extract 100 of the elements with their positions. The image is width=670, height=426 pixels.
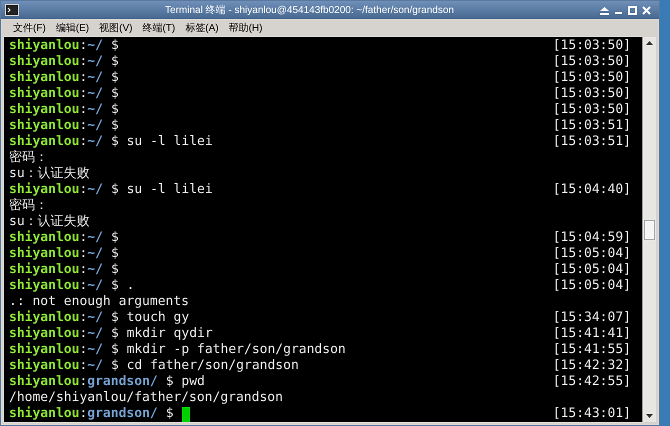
timestamp: [15:34:07] [552, 310, 631, 326]
prompt-directory: ~/ [87, 182, 103, 198]
timestamp: [15:42:55] [552, 374, 631, 390]
close-icon[interactable] [642, 6, 651, 14]
timestamp: [15:03:51] [552, 134, 631, 150]
prompt-user: shiyanlou [9, 118, 80, 134]
prompt-user: shiyanlou [9, 358, 80, 374]
prompt-directory: ~/ [87, 310, 103, 326]
command-text: $ [110, 86, 119, 102]
prompt-directory: ~/ [87, 134, 103, 150]
command-text: $ [110, 54, 119, 70]
timestamp: [15:03:50] [552, 54, 631, 70]
prompt-colon: : [79, 230, 88, 246]
menu-item[interactable]: 帮助(H) [228, 20, 262, 36]
timestamp: [15:43:01] [552, 406, 631, 422]
output-text: su：认证失败 [9, 166, 90, 182]
menu-item[interactable]: 视图(V) [99, 20, 132, 36]
prompt-directory: ~/ [87, 358, 103, 374]
prompt-colon: : [79, 326, 88, 342]
prompt-user: shiyanlou [9, 374, 80, 390]
prompt-directory: grandson/ [87, 374, 158, 390]
prompt-colon: : [79, 310, 88, 326]
command-text: $ [110, 70, 119, 86]
prompt-colon: : [79, 134, 88, 150]
prompt-directory: ~/ [87, 118, 103, 134]
output-text: .: not enough arguments [9, 294, 190, 310]
prompt-colon: : [79, 118, 88, 134]
command-text: $ su -l lilei [110, 134, 213, 150]
timestamp: [15:41:41] [552, 326, 631, 342]
prompt-user: shiyanlou [9, 230, 80, 246]
command-text: $ [110, 118, 119, 134]
output-text: su：认证失败 [9, 214, 90, 230]
prompt-user: shiyanlou [9, 102, 80, 118]
prompt-colon: : [79, 246, 88, 262]
command-text: $ mkdir -p father/son/grandson [110, 342, 346, 358]
command-text: $ mkdir qydir [110, 326, 213, 342]
timestamp: [15:03:50] [552, 70, 631, 86]
prompt-user: shiyanlou [9, 38, 80, 54]
prompt-colon: : [79, 38, 88, 54]
menu-item[interactable]: 编辑(E) [56, 20, 90, 36]
maximize-icon[interactable] [628, 6, 637, 14]
prompt-user: shiyanlou [9, 70, 80, 86]
prompt-colon: : [79, 278, 88, 294]
prompt-directory: ~/ [87, 38, 103, 54]
shade-icon[interactable] [600, 6, 609, 14]
command-text: $ cd father/son/grandson [110, 358, 299, 374]
prompt-user: shiyanlou [9, 326, 80, 342]
prompt-directory: ~/ [87, 230, 103, 246]
prompt-directory: grandson/ [87, 406, 158, 422]
timestamp: [15:42:32] [552, 358, 631, 374]
prompt-user: shiyanlou [9, 54, 80, 70]
command-text: $ [110, 102, 119, 118]
command-text: $ [110, 246, 119, 262]
prompt-colon: : [79, 342, 88, 358]
command-text: $ pwd [166, 374, 205, 390]
menu-item[interactable]: 终端(T) [142, 20, 176, 36]
command-text: $ [110, 38, 119, 54]
prompt-colon: : [79, 358, 88, 374]
command-text: $ . [110, 278, 134, 294]
output-text: 密码： [9, 198, 48, 214]
prompt-directory: ~/ [87, 86, 103, 102]
prompt-user: shiyanlou [9, 262, 80, 278]
timestamp: [15:03:50] [552, 86, 631, 102]
timestamp: [15:41:55] [552, 342, 631, 358]
timestamp: [15:05:04] [552, 278, 631, 294]
prompt-directory: ~/ [87, 342, 103, 358]
window-title: Terminal 终端 - shiyanlou@454143fb0200: ~/father/son/grandson [164, 4, 455, 18]
prompt-user: shiyanlou [9, 182, 80, 198]
timestamp: [15:04:59] [552, 230, 631, 246]
prompt-directory: ~/ [87, 326, 103, 342]
command-text: $ [166, 406, 174, 422]
prompt-directory: ~/ [87, 54, 103, 70]
prompt-colon: : [79, 102, 88, 118]
scrollbar-thumb[interactable] [644, 220, 655, 240]
prompt-colon: : [79, 262, 88, 278]
command-text: $ touch gy [110, 310, 190, 326]
output-text: 密码： [9, 150, 48, 166]
menu-item[interactable]: 标签(A) [185, 20, 219, 36]
prompt-colon: : [79, 70, 88, 86]
prompt-directory: ~/ [87, 70, 103, 86]
prompt-directory: ~/ [87, 102, 103, 118]
timestamp: [15:05:04] [552, 246, 631, 262]
command-text: $ [110, 230, 119, 246]
prompt-user: shiyanlou [9, 246, 80, 262]
prompt-user: shiyanlou [9, 86, 80, 102]
command-text: $ su -l lilei [110, 182, 213, 198]
prompt-directory: ~/ [87, 246, 103, 262]
terminal-icon [5, 4, 19, 16]
prompt-directory: ~/ [87, 278, 103, 294]
command-text: $ [110, 262, 119, 278]
prompt-user: shiyanlou [9, 342, 80, 358]
prompt-colon: : [79, 182, 88, 198]
prompt-colon: : [79, 406, 88, 422]
menu-item[interactable]: 文件(F) [13, 20, 46, 36]
output-text: /home/shiyanlou/father/son/grandson [9, 390, 283, 406]
prompt-user: shiyanlou [9, 310, 80, 326]
timestamp: [15:04:40] [552, 182, 631, 198]
timestamp: [15:03:51] [552, 118, 631, 134]
timestamp: [15:03:50] [552, 38, 631, 54]
prompt-colon: : [79, 374, 88, 390]
